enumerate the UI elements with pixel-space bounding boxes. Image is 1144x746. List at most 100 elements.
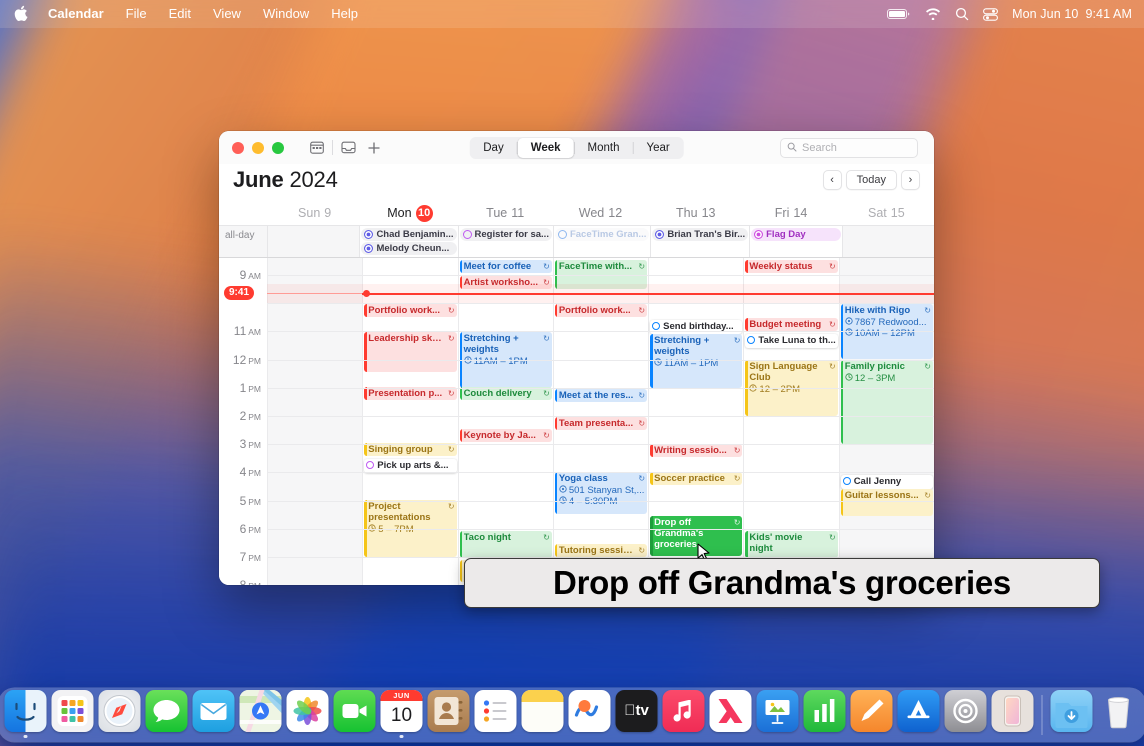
news-icon[interactable]: [710, 690, 752, 732]
dock-item-appstore[interactable]: [898, 690, 940, 739]
day-column-sun[interactable]: [267, 258, 362, 585]
dock-item-numbers[interactable]: [804, 690, 846, 739]
day-column-fri[interactable]: Weekly status↻ Budget meeting↻ Take Luna t…: [743, 258, 838, 585]
dock-item-calendar[interactable]: JUN10: [381, 690, 423, 739]
numbers-icon[interactable]: [804, 690, 846, 732]
calendar-event[interactable]: Portfolio work...↻: [555, 304, 647, 317]
dock-item-maps[interactable]: [240, 690, 282, 739]
dock-item-keynote[interactable]: [757, 690, 799, 739]
calendar-event[interactable]: Yoga class501 Stanyan St,...4 – 5:30PM↻: [555, 472, 647, 514]
calendar-icon[interactable]: [304, 137, 330, 159]
tab-day[interactable]: Day: [470, 138, 516, 158]
menu-item-window[interactable]: Window: [252, 4, 320, 24]
all-day-event[interactable]: Flag Day: [751, 228, 840, 241]
dock-item-appletv[interactable]: tv: [616, 690, 658, 739]
minimize-button[interactable]: [252, 142, 264, 154]
plus-icon[interactable]: [361, 137, 387, 159]
day-column-sat[interactable]: Hike with Rigo7867 Redwood...10AM – 12PM…: [839, 258, 934, 585]
dock-item-finder[interactable]: [5, 690, 47, 739]
calendar-event[interactable]: Meet at the res...↻: [555, 389, 647, 402]
calendar-event[interactable]: Leadership skil...↻: [364, 332, 456, 372]
day-column-tue[interactable]: Meet for coffee↻Artist worksho...↻Stretc…: [458, 258, 553, 585]
menu-bar-clock[interactable]: Mon Jun 10 9:41 AM: [1012, 7, 1132, 21]
calendar-event[interactable]: Kids' movie night↻: [745, 531, 837, 558]
maps-icon[interactable]: [240, 690, 282, 732]
wifi-icon[interactable]: [925, 8, 941, 20]
calendar-event[interactable]: Pick up arts &...: [364, 459, 456, 473]
view-segmented-control[interactable]: Day Week Month Year: [469, 137, 684, 159]
calendar-event[interactable]: Family picnic12 – 3PM↻: [841, 360, 933, 444]
day-header-mon[interactable]: Mon10: [362, 201, 457, 225]
day-header-fri[interactable]: Fri14: [743, 201, 838, 225]
all-day-event[interactable]: Chad Benjamin...: [361, 228, 456, 241]
all-day-col-thu[interactable]: Brian Tran's Bir...: [650, 226, 749, 257]
calendar-event[interactable]: Budget meeting↻: [745, 318, 837, 331]
calendar-event[interactable]: Artist worksho...↻: [460, 276, 552, 289]
dock-item-settings[interactable]: [945, 690, 987, 739]
reminder-circle-icon[interactable]: [747, 336, 755, 344]
calendar-event[interactable]: Soccer practice↻: [650, 472, 742, 485]
day-header-wed[interactable]: Wed12: [553, 201, 648, 225]
battery-icon[interactable]: [887, 8, 911, 20]
reminder-circle-icon[interactable]: [652, 322, 660, 330]
dock-item-freeform[interactable]: [569, 690, 611, 739]
calendar-event[interactable]: Take Luna to th...: [745, 334, 837, 348]
dock-item-contacts[interactable]: [428, 690, 470, 739]
downloads-icon[interactable]: [1051, 690, 1093, 732]
menu-item-help[interactable]: Help: [320, 4, 369, 24]
all-day-col-fri[interactable]: Flag Day: [749, 226, 841, 257]
pages-icon[interactable]: [851, 690, 893, 732]
trash-icon[interactable]: [1098, 690, 1140, 732]
messages-icon[interactable]: [146, 690, 188, 732]
dock[interactable]: JUN10 tv: [0, 688, 1144, 742]
all-day-event[interactable]: FaceTime Gran...: [555, 228, 649, 241]
all-day-event[interactable]: Brian Tran's Bir...: [652, 228, 748, 241]
search-icon[interactable]: [955, 7, 969, 21]
safari-icon[interactable]: [99, 690, 141, 732]
reminders-icon[interactable]: [475, 690, 517, 732]
today-button[interactable]: Today: [846, 170, 897, 190]
reminder-circle-icon[interactable]: [843, 477, 851, 485]
appletv-icon[interactable]: tv: [616, 690, 658, 732]
dock-item-notes[interactable]: [522, 690, 564, 739]
calendar-event[interactable]: Portfolio work...↻: [364, 304, 456, 317]
music-icon[interactable]: [663, 690, 705, 732]
dock-item-mail[interactable]: [193, 690, 235, 739]
menu-item-edit[interactable]: Edit: [158, 4, 202, 24]
day-header-tue[interactable]: Tue11: [458, 201, 553, 225]
finder-icon[interactable]: [5, 690, 47, 732]
close-button[interactable]: [232, 142, 244, 154]
next-week-button[interactable]: ›: [901, 170, 920, 190]
iphone-mirroring-icon[interactable]: [992, 690, 1034, 732]
menu-item-view[interactable]: View: [202, 4, 252, 24]
day-column-thu[interactable]: Send birthday...Stretching + weights11AM…: [648, 258, 743, 585]
calendar-window[interactable]: Day Week Month Year Search June 2024 ‹ T…: [219, 131, 934, 585]
calendar-event[interactable]: Tutoring session↻: [555, 544, 647, 557]
all-day-col-sat[interactable]: [842, 226, 934, 257]
settings-icon[interactable]: [945, 690, 987, 732]
inbox-icon[interactable]: [335, 137, 361, 159]
keynote-icon[interactable]: [757, 690, 799, 732]
all-day-event[interactable]: Melody Cheun...: [361, 242, 456, 255]
calendar-grid[interactable]: 9AM11AM12PM1PM2PM3PM4PM5PM6PM7PM8PM Port…: [219, 258, 934, 585]
search-input[interactable]: Search: [780, 138, 918, 158]
dock-item-trash[interactable]: [1098, 690, 1140, 739]
day-header-thu[interactable]: Thu13: [648, 201, 743, 225]
notes-icon[interactable]: [522, 690, 564, 732]
dock-item-music[interactable]: [663, 690, 705, 739]
dock-item-downloads[interactable]: [1051, 690, 1093, 739]
calendar-event[interactable]: Writing sessio...↻: [650, 444, 742, 457]
previous-week-button[interactable]: ‹: [823, 170, 842, 190]
dock-item-messages[interactable]: [146, 690, 188, 739]
dock-item-news[interactable]: [710, 690, 752, 739]
tab-week[interactable]: Week: [518, 138, 574, 158]
all-day-col-mon[interactable]: Chad Benjamin...Melody Cheun...: [359, 226, 457, 257]
calendar-event[interactable]: Team presenta...↻: [555, 417, 647, 430]
maximize-button[interactable]: [272, 142, 284, 154]
apple-logo-icon[interactable]: [14, 5, 29, 23]
calendar-event[interactable]: Weekly status↻: [745, 260, 837, 273]
dock-item-reminders[interactable]: [475, 690, 517, 739]
contacts-icon[interactable]: [428, 690, 470, 732]
all-day-event[interactable]: Register for sa...: [460, 228, 552, 241]
day-column-mon[interactable]: Portfolio work...↻Leadership skil...↻Pre…: [362, 258, 457, 585]
